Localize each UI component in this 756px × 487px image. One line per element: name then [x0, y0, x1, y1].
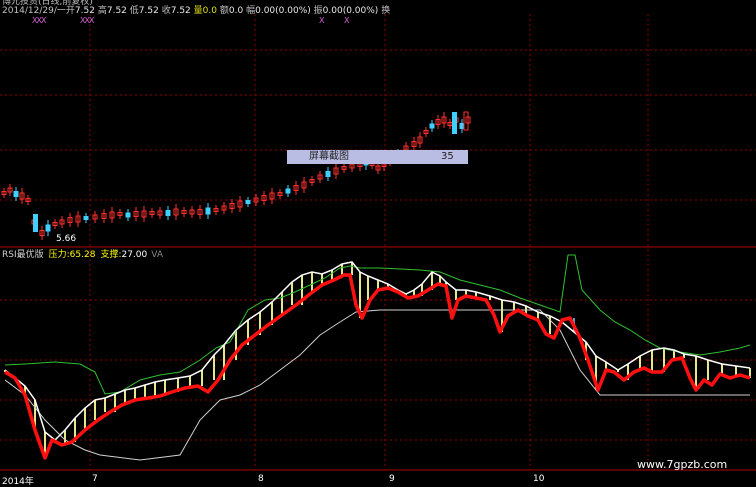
- chart-window: 博元投资(日线,前复权) 2014/12/29/一开7.52 高7.52 低7.…: [0, 0, 756, 487]
- rsi-header: RSI最优版 压力:65.28 支撑:27.00 VA: [2, 250, 163, 260]
- rsi-pressure-value: 65.28: [69, 250, 96, 260]
- watermark: www.7gpzb.com: [637, 458, 728, 471]
- rsi-green-line: [4, 254, 751, 395]
- quote-line: 2014/12/29/一开7.52 高7.52 低7.52 收7.52 量0.0…: [2, 6, 391, 16]
- candle-body: [165, 210, 171, 216]
- candle-body: [13, 191, 19, 197]
- quote-close: 7.52: [170, 6, 191, 16]
- candle-body: [45, 224, 51, 232]
- quote-date: 2014/12/29/一: [2, 6, 66, 16]
- x-axis-label: 8: [258, 474, 264, 484]
- quote-high: 7.52: [106, 6, 127, 16]
- signal-marker: XXX: [32, 16, 46, 25]
- screenshot-label: 屏幕截图: [309, 151, 349, 162]
- x-axis-label: 2014年: [2, 477, 34, 487]
- candle-body: [83, 216, 89, 220]
- rsi-lower-line: [4, 309, 750, 461]
- rsi-extra: VA: [151, 250, 163, 260]
- rsi-indicator-name[interactable]: RSI最优版: [2, 250, 44, 260]
- quote-change: 0.00(0.00%): [255, 6, 311, 16]
- quote-low: 7.52: [138, 6, 159, 16]
- quote-open: 7.52: [74, 6, 95, 16]
- candle-body: [459, 123, 465, 129]
- x-axis-label: 7: [92, 474, 98, 484]
- x-axis-label: 9: [389, 474, 395, 484]
- signal-marker: XXX: [80, 16, 94, 25]
- screenshot-badge[interactable]: 屏幕截图 35: [287, 150, 468, 164]
- candle-body: [245, 200, 251, 204]
- quote-volume: 0.0: [202, 6, 217, 16]
- quote-turnover-label: 换: [381, 6, 391, 16]
- price-low-label: 5.66: [56, 234, 77, 244]
- candle-body: [33, 214, 38, 232]
- candle-body: [325, 171, 331, 177]
- screenshot-value: 35: [441, 151, 454, 162]
- candle-body: [205, 207, 211, 215]
- rsi-support-value: 27.00: [121, 250, 148, 260]
- candle-body: [429, 123, 435, 129]
- chart-canvas[interactable]: [0, 0, 756, 487]
- candle-body: [125, 212, 131, 218]
- quote-amount: 0.0: [228, 6, 244, 16]
- rsi-main-line: [4, 273, 751, 460]
- signal-marker: X: [344, 16, 350, 25]
- candle-body: [285, 188, 291, 194]
- signal-marker: X: [319, 16, 325, 25]
- candle-body: [452, 112, 457, 134]
- x-axis-label: 10: [533, 474, 545, 484]
- quote-amplitude: 0.00(0.00%): [322, 6, 379, 16]
